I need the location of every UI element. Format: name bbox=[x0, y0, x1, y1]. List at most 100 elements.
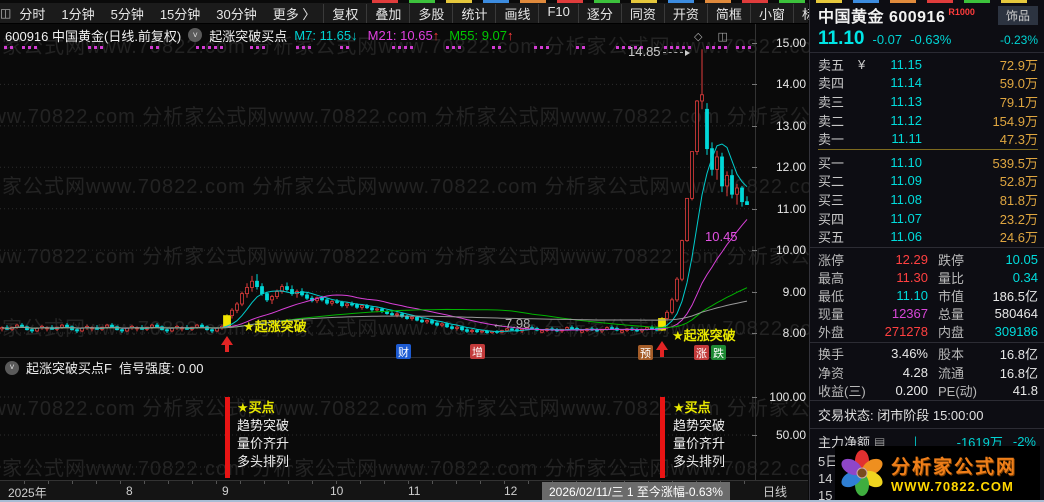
period-tab-3[interactable]: 15分钟 bbox=[152, 4, 208, 23]
signal-dot bbox=[576, 46, 579, 49]
flower-logo-icon bbox=[841, 450, 883, 496]
info-value: 12.29 bbox=[895, 251, 928, 267]
signal-dot bbox=[706, 46, 709, 49]
ma-label-2: M55: 9.07↑ bbox=[449, 27, 514, 43]
toolbar-button-开资[interactable]: 开资 bbox=[663, 3, 707, 23]
event-badge-跌[interactable]: 跌 bbox=[711, 345, 726, 360]
book-volume: 47.3万 bbox=[999, 132, 1038, 148]
divider bbox=[810, 341, 1044, 343]
main-chart-canvas[interactable] bbox=[0, 44, 755, 358]
info-value: 16.8亿 bbox=[999, 365, 1038, 381]
signal-dot bbox=[724, 46, 727, 49]
chevron-down-icon[interactable]: ˅ bbox=[188, 28, 203, 42]
toolbar-button-逐分[interactable]: 逐分 bbox=[577, 3, 621, 23]
chart-corner-icons[interactable]: ◇ ◫ bbox=[694, 30, 734, 43]
margin-tag: R1000 bbox=[948, 7, 975, 17]
info-cell-股本: 股本 16.8亿 bbox=[928, 344, 1038, 363]
x-axis-tick bbox=[264, 481, 265, 484]
window-panel-icon[interactable]: ◫ bbox=[0, 6, 11, 20]
buy-row-3[interactable]: 买三 11.08 81.8万 bbox=[818, 190, 1038, 209]
toolbar-button-多股[interactable]: 多股 bbox=[409, 3, 452, 23]
sell-row-2[interactable]: 卖二 11.12 154.9万 bbox=[818, 111, 1038, 130]
chart-title-row: 600916 中国黄金(日线.前复权) ˅ 起涨突破买点 M7: 11.65↓ M… bbox=[5, 26, 514, 44]
info-cell-收益(三): 收益(三) 0.200 bbox=[818, 381, 928, 400]
period-tab-1[interactable]: 1分钟 bbox=[53, 4, 102, 23]
period-selector[interactable]: 日线 bbox=[763, 483, 787, 500]
sell-row-5[interactable]: 卖五 ¥11.15 72.9万 bbox=[818, 55, 1038, 74]
book-price: 11.14 bbox=[890, 75, 922, 91]
period-tab-2[interactable]: 5分钟 bbox=[103, 4, 152, 23]
buy-row-4[interactable]: 买四 11.07 23.2万 bbox=[818, 209, 1038, 228]
toolbar-button-画线[interactable]: 画线 bbox=[495, 3, 538, 23]
time-axis[interactable]: 2025年 8 9 10 11 12 2026/02/11/三 1 至今涨幅-0.63% bbox=[0, 480, 808, 501]
strip-segment bbox=[853, 0, 879, 3]
axis-tick bbox=[752, 208, 757, 210]
toolbar-button-小窗[interactable]: 小窗 bbox=[749, 3, 793, 23]
signal-dot bbox=[156, 46, 159, 49]
event-badge-预[interactable]: 预 bbox=[638, 345, 653, 360]
signal-dot bbox=[534, 46, 537, 49]
currency-toggle[interactable]: ¥ bbox=[858, 57, 870, 72]
buy-point-annotation: ★买点 趋势突破 量价齐升 多头排列 bbox=[237, 399, 289, 471]
info-label: 最高 bbox=[818, 270, 845, 286]
info-cell-市值: 市值 186.5亿 bbox=[928, 286, 1038, 305]
low-price-label: ←7.98 bbox=[492, 316, 531, 331]
signal-dot bbox=[452, 46, 455, 49]
book-price: 11.08 bbox=[890, 191, 922, 207]
info-row: 净资 4.28 流通 16.8亿 bbox=[818, 363, 1038, 381]
toolbar-button-简框[interactable]: 简框 bbox=[706, 3, 750, 23]
buy-row-1[interactable]: 买一 11.10 539.5万 bbox=[818, 153, 1038, 172]
info-value: 0.34 bbox=[1012, 269, 1038, 285]
info-cell-总量: 总量 580464 bbox=[928, 304, 1038, 323]
signal-dot bbox=[150, 46, 153, 49]
period-tab-4[interactable]: 30分钟 bbox=[208, 4, 264, 23]
info-row: 最高 11.30 量比 0.34 bbox=[818, 268, 1038, 286]
toolbar-button-同资[interactable]: 同资 bbox=[620, 3, 664, 23]
sell-row-3[interactable]: 卖三 11.13 79.1万 bbox=[818, 92, 1038, 111]
toolbar-button-叠加[interactable]: 叠加 bbox=[366, 3, 409, 23]
info-value: 12367 bbox=[891, 306, 928, 322]
sub-chart-canvas[interactable] bbox=[0, 376, 755, 480]
strip-segment bbox=[779, 0, 805, 3]
price-change-pct: -0.63% bbox=[910, 32, 952, 47]
info-value: 16.8亿 bbox=[999, 347, 1038, 363]
book-price: 11.10 bbox=[890, 154, 922, 170]
x-axis-label: 2025年 bbox=[8, 486, 47, 500]
event-badge-涨[interactable]: 涨 bbox=[694, 345, 709, 360]
signal-dot bbox=[196, 46, 199, 49]
divider bbox=[810, 400, 1044, 402]
book-volume: 539.5万 bbox=[992, 155, 1038, 171]
buy-point-line: 趋势突破 bbox=[237, 418, 290, 433]
event-badge-财[interactable]: 财 bbox=[396, 344, 411, 359]
period-tab-0[interactable]: 分时 bbox=[11, 4, 53, 23]
x-axis-tick bbox=[240, 481, 241, 484]
buy-row-2[interactable]: 买二 11.09 52.8万 bbox=[818, 172, 1038, 191]
price-axis-label: 9.00 bbox=[782, 284, 806, 299]
info-value: 4.28 bbox=[902, 364, 928, 380]
x-axis-label: 9 bbox=[222, 484, 229, 498]
toolbar-button-统计[interactable]: 统计 bbox=[452, 3, 495, 23]
signal-dot bbox=[446, 46, 449, 49]
buy-signal-arrow-icon bbox=[221, 336, 233, 353]
sell-row-1[interactable]: 卖一 11.11 47.3万 bbox=[818, 129, 1038, 148]
x-axis-label: 11 bbox=[408, 484, 421, 498]
chevron-down-icon[interactable]: ˅ bbox=[5, 360, 19, 375]
buy-row-5[interactable]: 买五 11.06 24.6万 bbox=[818, 227, 1038, 246]
strip-segment bbox=[631, 0, 657, 3]
toolbar-button-复权[interactable]: 复权 bbox=[323, 3, 366, 23]
buy-order-book: 买一 11.10 539.5万 买二 11.09 52.8万 买三 11.08 81.8万 买四 1… bbox=[810, 151, 1044, 246]
info-label: 市值 bbox=[938, 288, 965, 304]
last-price: 11.10 bbox=[818, 28, 865, 49]
book-level-label: 买四 bbox=[818, 211, 845, 227]
signal-dot bbox=[214, 46, 217, 49]
x-axis-tick bbox=[24, 481, 25, 484]
period-tab-5[interactable]: 更多 〉 bbox=[265, 4, 324, 23]
sector-badge[interactable]: 饰品 bbox=[997, 5, 1038, 25]
strip-segment bbox=[483, 0, 509, 3]
event-badge-增[interactable]: 增 bbox=[470, 344, 485, 359]
book-volume: 81.8万 bbox=[999, 192, 1038, 208]
buy-point-line: 多头排列 bbox=[673, 454, 726, 469]
sell-row-4[interactable]: 卖四 11.14 59.0万 bbox=[818, 74, 1038, 93]
toolbar-button-F10[interactable]: F10 bbox=[538, 3, 577, 23]
x-axis-tick bbox=[528, 481, 529, 484]
